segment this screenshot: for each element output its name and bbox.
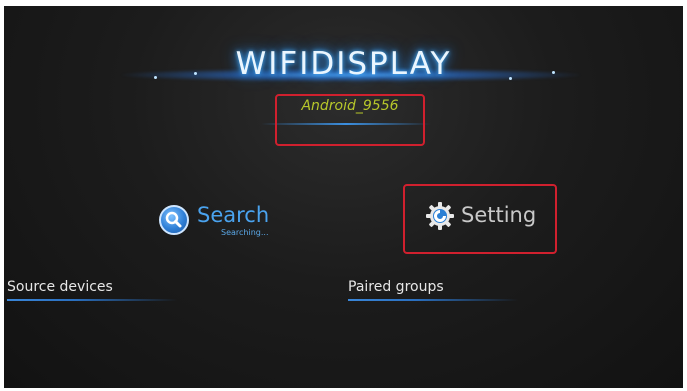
device-name-highlight (275, 94, 425, 146)
app-logo: WIFIDISPLAY (235, 46, 452, 82)
search-icon (159, 205, 189, 235)
searching-status: Searching... (221, 228, 269, 237)
setting-highlight (403, 184, 557, 254)
search-label: Search (197, 203, 270, 227)
source-devices-underline (7, 299, 177, 301)
paired-groups-title: Paired groups (348, 279, 444, 295)
source-devices-title: Source devices (7, 279, 113, 295)
search-button[interactable]: Search Searching... (159, 203, 284, 243)
wifi-display-screen: WIFIDISPLAY Android_9556 Search Searchin… (4, 6, 683, 388)
paired-groups-underline (348, 299, 518, 301)
